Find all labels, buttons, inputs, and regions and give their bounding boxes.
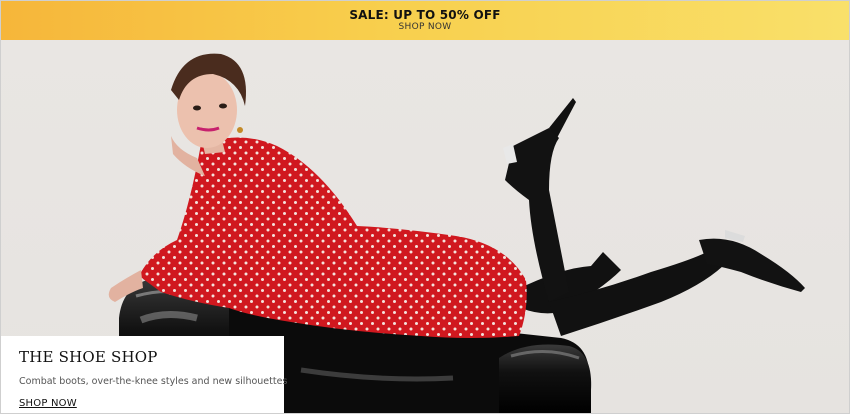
- card-shop-now-link[interactable]: SHOP NOW: [19, 398, 77, 409]
- hero-section: THE SHOE SHOP Combat boots, over-the-kne…: [1, 40, 849, 413]
- card-description: Combat boots, over-the-knee styles and n…: [19, 376, 288, 387]
- shoe-shop-card: THE SHOE SHOP Combat boots, over-the-kne…: [1, 336, 288, 413]
- promo-banner-title: SALE: UP TO 50% OFF: [349, 8, 501, 22]
- promo-banner[interactable]: SALE: UP TO 50% OFF SHOP NOW: [1, 1, 849, 40]
- page-frame: SALE: UP TO 50% OFF SHOP NOW THE SHOE SH…: [0, 0, 850, 414]
- card-title: THE SHOE SHOP: [19, 348, 158, 366]
- promo-banner-shop-now-link[interactable]: SHOP NOW: [399, 22, 452, 33]
